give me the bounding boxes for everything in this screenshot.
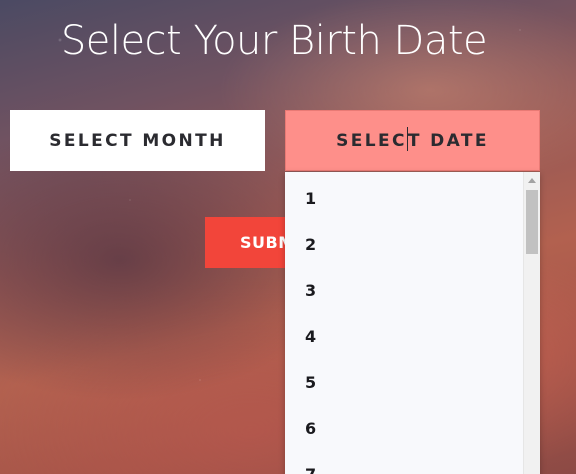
date-dropdown[interactable]: 1234567 [285,172,540,474]
date-option[interactable]: 6 [285,405,540,451]
date-options-list: 1234567 [285,172,540,474]
date-option[interactable]: 5 [285,359,540,405]
date-option[interactable]: 2 [285,221,540,267]
page-title: Select Your Birth Date [60,18,488,64]
date-option[interactable]: 3 [285,267,540,313]
scroll-thumb[interactable] [526,190,538,254]
dropdown-scrollbar[interactable] [523,172,540,474]
date-select[interactable]: SELECT DATE [285,110,540,171]
date-select-label: SELECT DATE [336,126,489,153]
date-option[interactable]: 4 [285,313,540,359]
date-option[interactable]: 1 [285,175,540,221]
scroll-up-arrow-icon[interactable] [528,178,536,183]
month-select[interactable]: SELECT MONTH [10,110,265,171]
month-select-label: SELECT MONTH [49,130,226,151]
text-cursor-icon [406,126,408,151]
date-option[interactable]: 7 [285,451,540,474]
